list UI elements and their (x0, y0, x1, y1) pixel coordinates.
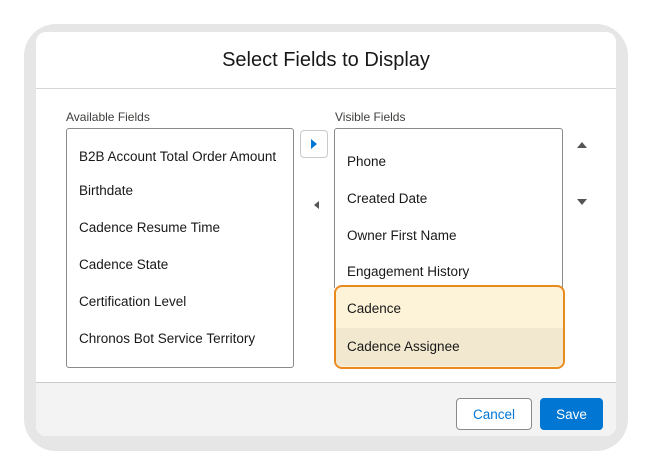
move-down-button[interactable] (568, 188, 596, 216)
available-field-item[interactable]: B2B Account Total Order Amount (67, 140, 276, 174)
visible-field-item[interactable]: Phone (335, 145, 386, 179)
available-field-item[interactable]: Certification Level (67, 285, 186, 319)
dialog-footer: Cancel Save (36, 382, 616, 436)
move-to-visible-button[interactable] (300, 130, 328, 158)
down-triangle-icon (577, 199, 587, 205)
visible-field-item[interactable]: Owner First Name (335, 219, 457, 253)
visible-field-item[interactable]: Created Date (335, 182, 427, 216)
visible-field-item[interactable]: Cadence (336, 290, 563, 328)
dialog-title: Select Fields to Display (222, 48, 430, 71)
available-field-item[interactable]: Cadence State (67, 248, 168, 282)
right-triangle-icon (311, 139, 317, 149)
cancel-button[interactable]: Cancel (456, 398, 532, 430)
visible-fields-label: Visible Fields (335, 110, 406, 124)
save-button[interactable]: Save (540, 398, 603, 430)
move-up-button[interactable] (568, 131, 596, 159)
left-triangle-icon (313, 201, 319, 209)
available-field-item[interactable]: Chronos Bot Service Territory (67, 322, 255, 356)
dialog-header: Select Fields to Display (36, 32, 616, 89)
up-triangle-icon (577, 142, 587, 148)
visible-field-item[interactable]: Engagement History (335, 255, 469, 289)
available-field-item[interactable]: Cadence Resume Time (67, 211, 220, 245)
visible-fields-list[interactable]: Phone Created Date Owner First Name Enga… (334, 128, 563, 288)
available-fields-label: Available Fields (66, 110, 150, 124)
move-to-available-button[interactable] (302, 191, 330, 219)
highlighted-fields-callout: Cadence Cadence Assignee (334, 285, 565, 369)
available-field-item[interactable]: Birthdate (67, 174, 133, 208)
available-fields-list[interactable]: B2B Account Total Order Amount Birthdate… (66, 128, 294, 368)
visible-field-item-selected[interactable]: Cadence Assignee (336, 328, 563, 366)
